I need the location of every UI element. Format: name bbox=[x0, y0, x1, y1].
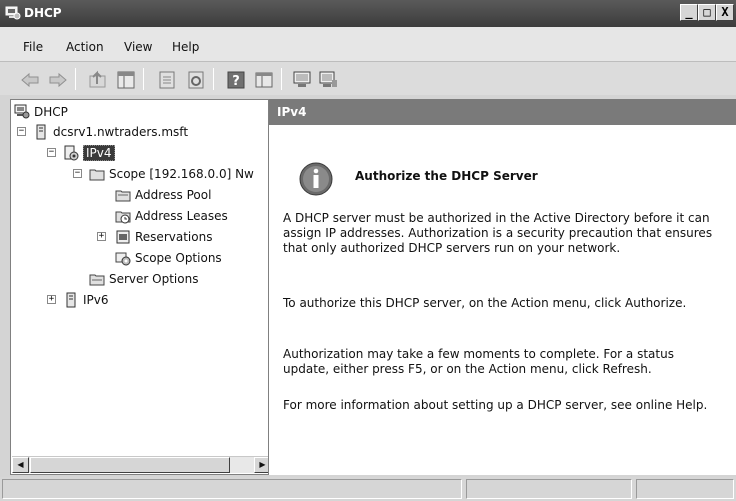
tree-node-server[interactable]: dcsrv1.nwtraders.msft bbox=[33, 123, 188, 141]
console-tree[interactable]: DHCP − dcsrv1.nwtraders.msft − IPv4 − Sc… bbox=[10, 99, 273, 475]
status-bar bbox=[0, 477, 736, 501]
tree-node-server-options[interactable]: Server Options bbox=[89, 270, 198, 288]
status-cell bbox=[2, 479, 462, 499]
title-bar: DHCP _ □ X bbox=[0, 0, 736, 27]
folder-icon bbox=[89, 169, 105, 181]
menu-view[interactable]: View bbox=[124, 40, 152, 54]
reservations-icon bbox=[116, 230, 130, 244]
ipv4-config-icon bbox=[64, 145, 79, 161]
toolbar-separator bbox=[213, 68, 214, 90]
toolbar-separator bbox=[281, 68, 282, 90]
svg-text:?: ? bbox=[232, 74, 240, 89]
folder-icon bbox=[115, 190, 131, 202]
tree-label: IPv6 bbox=[83, 293, 109, 307]
info-paragraph: To authorize this DHCP server, on the Ac… bbox=[283, 296, 687, 310]
properties-icon[interactable] bbox=[157, 70, 177, 90]
dhcp-app-icon bbox=[5, 6, 21, 20]
menu-help[interactable]: Help bbox=[172, 40, 199, 54]
tree-node-scope[interactable]: Scope [192.168.0.0] Nw bbox=[89, 165, 254, 183]
show-hide-tree-icon[interactable] bbox=[116, 70, 136, 90]
collapse-icon[interactable]: − bbox=[73, 169, 82, 178]
tree-node-reservations[interactable]: Reservations bbox=[115, 228, 212, 246]
expand-icon[interactable]: + bbox=[97, 232, 106, 241]
help-icon[interactable]: ? bbox=[226, 70, 246, 90]
refresh-icon[interactable] bbox=[186, 70, 206, 90]
pane-header: IPv4 bbox=[269, 99, 736, 125]
up-folder-icon[interactable] bbox=[88, 70, 108, 90]
horizontal-scrollbar[interactable]: ◀ ▶ bbox=[12, 456, 271, 473]
server-add-icon[interactable] bbox=[318, 70, 338, 90]
toolbar-separator bbox=[143, 68, 144, 90]
maximize-button[interactable]: □ bbox=[698, 4, 716, 21]
forward-arrow-icon[interactable] bbox=[48, 70, 68, 90]
status-cell bbox=[636, 479, 734, 499]
status-cell bbox=[466, 479, 632, 499]
tree-label: Reservations bbox=[135, 230, 213, 244]
tree-label: Address Pool bbox=[135, 188, 212, 202]
tree-node-address-leases[interactable]: Address Leases bbox=[115, 207, 228, 225]
tree-label: Scope [192.168.0.0] Nw bbox=[109, 167, 254, 181]
collapse-icon[interactable]: − bbox=[17, 127, 26, 136]
server-tower-icon bbox=[36, 124, 46, 140]
options-gear-icon bbox=[115, 252, 131, 266]
close-button[interactable]: X bbox=[716, 4, 734, 21]
authorize-heading: Authorize the DHCP Server bbox=[355, 169, 538, 183]
tree-label: DHCP bbox=[34, 105, 68, 119]
info-icon bbox=[299, 162, 333, 196]
leases-clock-icon bbox=[115, 211, 131, 224]
results-pane: IPv4 Authorize the DHCP Server A DHCP se… bbox=[268, 99, 736, 475]
expand-icon[interactable]: + bbox=[47, 295, 56, 304]
info-paragraph: For more information about setting up a … bbox=[283, 398, 708, 412]
tree-node-dhcp[interactable]: DHCP bbox=[14, 103, 68, 121]
tree-label: Server Options bbox=[109, 272, 199, 286]
minimize-button[interactable]: _ bbox=[680, 4, 698, 21]
tree-label: dcsrv1.nwtraders.msft bbox=[53, 125, 189, 139]
info-paragraph: A DHCP server must be authorized in the … bbox=[283, 211, 713, 255]
menu-bar: File Action View Help bbox=[0, 27, 736, 61]
tree-node-address-pool[interactable]: Address Pool bbox=[115, 186, 211, 204]
tree-label: Address Leases bbox=[135, 209, 228, 223]
collapse-icon[interactable]: − bbox=[47, 148, 56, 157]
export-list-icon[interactable] bbox=[254, 70, 274, 90]
scrollbar-thumb[interactable] bbox=[30, 457, 230, 473]
menu-action[interactable]: Action bbox=[66, 40, 104, 54]
dhcp-icon bbox=[14, 104, 30, 119]
folder-icon bbox=[89, 274, 105, 286]
tree-label: IPv4 bbox=[83, 145, 115, 161]
window-title: DHCP bbox=[24, 6, 62, 20]
tree-label: Scope Options bbox=[135, 251, 222, 265]
toolbar: ? bbox=[0, 61, 736, 95]
back-arrow-icon[interactable] bbox=[20, 70, 40, 90]
server-icon[interactable] bbox=[292, 70, 312, 90]
scroll-left-icon[interactable]: ◀ bbox=[12, 457, 29, 473]
info-paragraph: Authorization may take a few moments to … bbox=[283, 347, 674, 376]
tree-node-ipv4[interactable]: IPv4 bbox=[63, 144, 115, 162]
toolbar-separator bbox=[75, 68, 76, 90]
tree-node-ipv6[interactable]: IPv6 bbox=[63, 291, 109, 309]
tree-node-scope-options[interactable]: Scope Options bbox=[115, 249, 222, 267]
ipv6-icon bbox=[66, 292, 76, 308]
menu-file[interactable]: File bbox=[23, 40, 43, 54]
